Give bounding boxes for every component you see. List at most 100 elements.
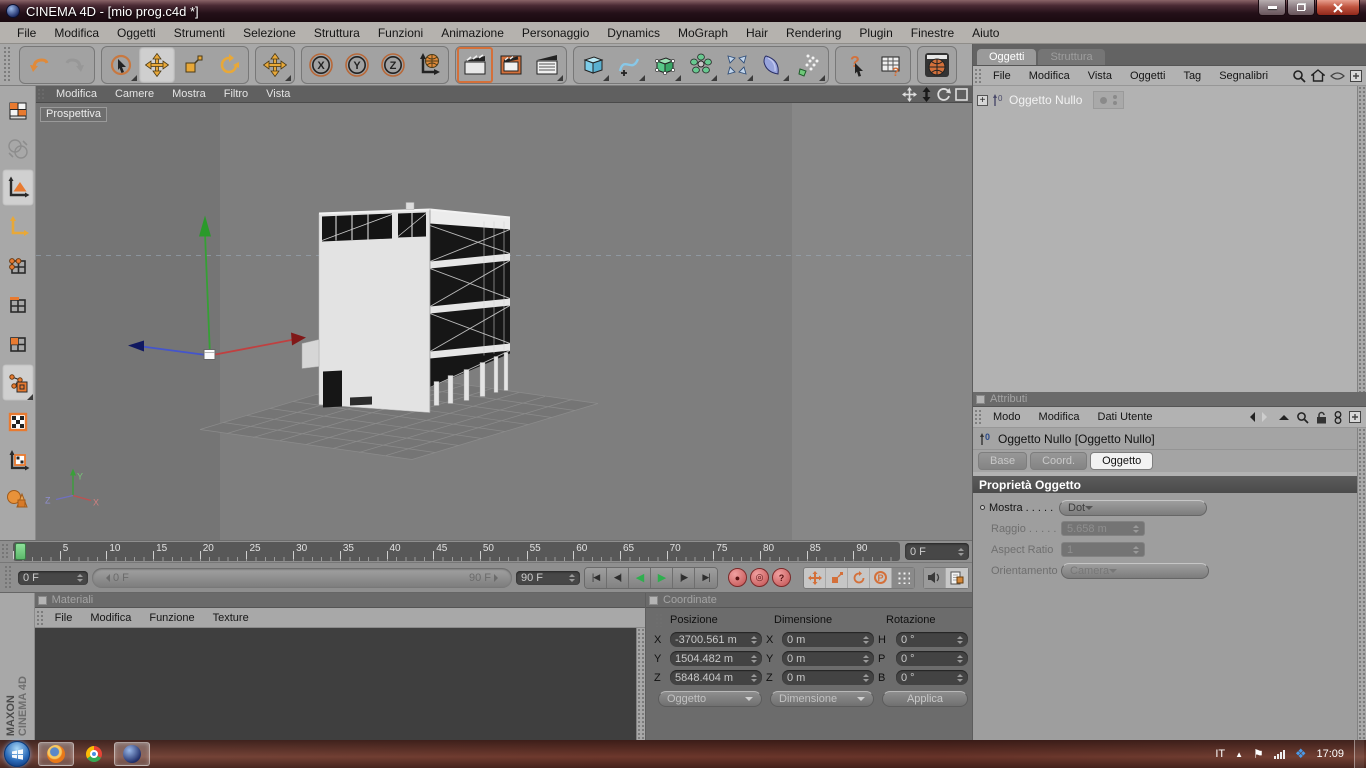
record-keyframe-button[interactable]: ● (728, 568, 747, 587)
position-field[interactable]: 1504.482 m (670, 651, 762, 666)
key-parameter-button[interactable]: P (870, 568, 892, 588)
attr-grip[interactable] (974, 409, 983, 425)
position-field[interactable]: -3700.561 m (670, 632, 762, 647)
lock-icon[interactable] (1316, 411, 1327, 424)
pan-view-icon[interactable] (902, 87, 917, 102)
viewport-menu-item[interactable]: Vista (257, 87, 299, 101)
tab-struttura[interactable]: Struttura (1038, 49, 1104, 65)
tab-base[interactable]: Base (978, 452, 1027, 470)
om-menu-item[interactable]: Modifica (1020, 69, 1079, 83)
materials-menu-item[interactable]: File (46, 611, 82, 625)
current-frame-marker[interactable] (15, 543, 26, 560)
preview-range-slider[interactable]: 0 F 90 F (92, 568, 512, 588)
key-position-button[interactable] (804, 568, 826, 588)
materials-scrollbar[interactable] (636, 628, 645, 740)
texture-axis-mode-button[interactable] (2, 442, 34, 479)
ruler-grip[interactable] (1, 543, 10, 560)
eye-icon[interactable] (1330, 71, 1345, 81)
rotate-tool-button[interactable] (211, 47, 247, 83)
attributes-scrollbar[interactable] (1357, 428, 1366, 740)
menu-item[interactable]: Modifica (45, 24, 108, 42)
search-icon[interactable] (1296, 411, 1309, 424)
taskbar-firefox-button[interactable] (38, 742, 74, 766)
viewport-menu-item[interactable]: Filtro (215, 87, 257, 101)
attr-menu-item[interactable]: Modifica (1030, 410, 1089, 424)
materials-grip[interactable] (36, 610, 45, 625)
model-tool-button[interactable] (2, 130, 34, 167)
key-scale-button[interactable] (826, 568, 848, 588)
menu-item[interactable]: Oggetti (108, 24, 165, 42)
history-back-icon[interactable] (1245, 412, 1255, 422)
z-axis-lock-button[interactable]: Z (375, 47, 411, 83)
dimension-field[interactable]: 0 m (782, 651, 874, 666)
viewport-grip[interactable] (37, 88, 46, 100)
current-frame-field[interactable]: 0 F (18, 571, 88, 585)
size-mode-dropdown[interactable]: Dimensione (770, 691, 874, 707)
toggle-view-icon[interactable] (955, 88, 968, 101)
section-header[interactable]: Proprietà Oggetto (973, 476, 1357, 493)
materials-list-area[interactable] (35, 628, 636, 740)
dropbox-icon[interactable]: ❖ (1295, 746, 1307, 762)
axis-move-button[interactable] (257, 47, 293, 83)
viewport-canvas[interactable]: Prospettiva (36, 103, 972, 540)
orientamento-dropdown[interactable]: Camera (1061, 563, 1209, 579)
om-menu-item[interactable]: Tag (1174, 69, 1210, 83)
next-frame-button[interactable]: |▶ (673, 568, 695, 588)
menu-item[interactable]: Dynamics (598, 24, 669, 42)
dimension-field[interactable]: 0 m (782, 670, 874, 685)
play-forwards-button[interactable]: ▶ (651, 568, 673, 588)
om-grip[interactable] (974, 68, 983, 83)
panel-pin-icon[interactable] (38, 596, 47, 605)
om-menu-item[interactable]: Vista (1079, 69, 1121, 83)
minimize-button[interactable] (1258, 0, 1286, 16)
menu-item[interactable]: Plugin (850, 24, 901, 42)
redo-button[interactable] (57, 47, 93, 83)
rotation-field[interactable]: 0 ° (896, 651, 968, 666)
viewport-menu-item[interactable]: Mostra (163, 87, 215, 101)
add-modeling-button[interactable] (683, 47, 719, 83)
network-signal-icon[interactable] (1274, 750, 1285, 759)
add-generator-button[interactable] (647, 47, 683, 83)
transport-grip[interactable] (4, 565, 13, 590)
parent-object-icon[interactable] (1279, 410, 1289, 420)
materials-menu-item[interactable]: Texture (204, 611, 258, 625)
move-tool-button[interactable] (139, 47, 175, 83)
apply-button[interactable]: Applica (882, 691, 968, 707)
undo-button[interactable] (21, 47, 57, 83)
object-name[interactable]: Oggetto Nullo (1009, 93, 1082, 107)
expand-icon[interactable]: + (977, 95, 988, 106)
menu-item[interactable]: Selezione (234, 24, 305, 42)
y-axis-lock-button[interactable]: Y (339, 47, 375, 83)
mostra-dropdown[interactable]: Dot (1059, 500, 1207, 516)
display-mode-button[interactable] (2, 481, 34, 518)
end-frame-field[interactable]: 90 F (516, 571, 580, 585)
previous-frame-button[interactable]: ◀| (607, 568, 629, 588)
sound-toggle-button[interactable] (924, 568, 946, 588)
scale-tool-button[interactable] (175, 47, 211, 83)
autokey-button[interactable]: ◎ (750, 568, 769, 587)
home-icon[interactable] (1311, 69, 1325, 82)
timeline-ruler[interactable]: 051015202530354045505560657075808590 (13, 542, 900, 561)
om-menu-item[interactable]: File (984, 69, 1020, 83)
menu-item[interactable]: Finestre (902, 24, 963, 42)
taskbar-cinema4d-button[interactable] (114, 742, 150, 766)
render-settings-button[interactable] (529, 47, 565, 83)
points-mode-button[interactable] (2, 247, 34, 284)
animation-mode-button[interactable] (2, 364, 34, 401)
go-to-end-button[interactable]: ▶| (695, 568, 717, 588)
action-center-flag-icon[interactable]: ⚑ (1253, 747, 1264, 761)
link-icon[interactable] (1334, 411, 1342, 424)
add-spline-button[interactable] (611, 47, 647, 83)
make-editable-button[interactable] (2, 91, 34, 128)
keyframe-selection-button[interactable]: ? (772, 568, 791, 587)
add-panel-icon[interactable] (1350, 70, 1362, 82)
menu-item[interactable]: Strumenti (165, 24, 234, 42)
content-browser-button[interactable] (919, 47, 955, 83)
materials-menu-item[interactable]: Modifica (81, 611, 140, 625)
menu-item[interactable]: Personaggio (513, 24, 598, 42)
dimension-field[interactable]: 0 m (782, 632, 874, 647)
x-axis-lock-button[interactable]: X (303, 47, 339, 83)
frame-field[interactable]: 0 F (905, 543, 969, 560)
menu-item[interactable]: Hair (737, 24, 777, 42)
clock[interactable]: 17:09 (1316, 748, 1344, 760)
